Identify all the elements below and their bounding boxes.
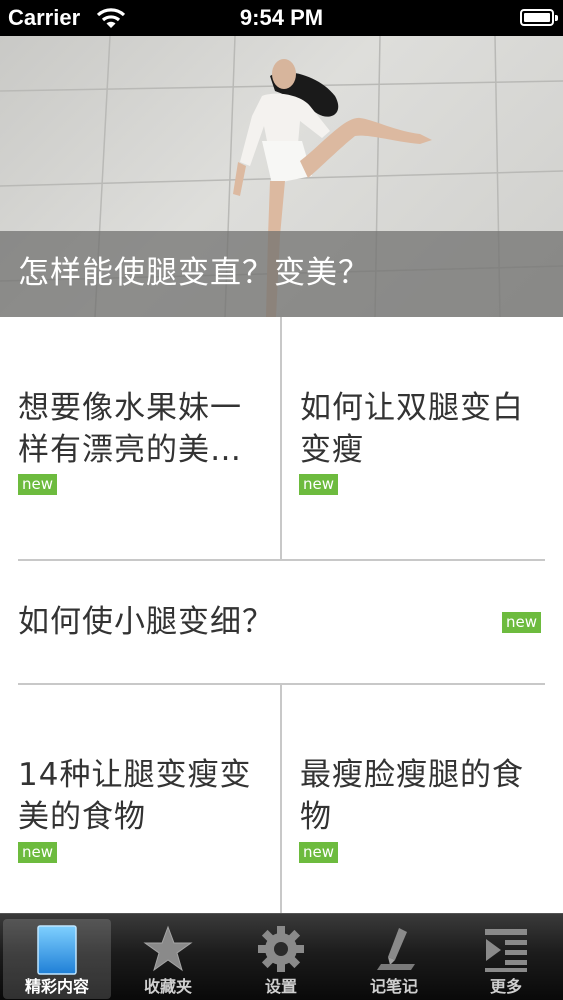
article-5-title-line1: 最瘦脸瘦腿的食 <box>300 757 524 793</box>
clock: 9:54 PM <box>239 5 324 30</box>
featured-article[interactable]: 怎样能使腿变直？变美？ <box>0 36 563 317</box>
article-4-title-line2: 美的食物 <box>18 799 146 835</box>
article-5-title-line2: 物 <box>300 799 332 835</box>
tab-favorites-label: 收藏夹 <box>143 977 192 996</box>
new-badge: new <box>502 612 542 633</box>
article-cell-3[interactable]: 如何使小腿变细？ new <box>0 561 563 683</box>
article-cell-4[interactable]: 14种让腿变瘦变 美的食物 new <box>0 685 281 913</box>
tab-notes-label: 记笔记 <box>369 977 418 996</box>
new-badge: new <box>18 842 58 863</box>
article-1-title-line2: 样有漂亮的美… <box>18 432 242 468</box>
article-2-title-line2: 变瘦 <box>300 432 364 468</box>
tab-more[interactable]: 更多 <box>452 919 560 999</box>
hero-title: 怎样能使腿变直？变美？ <box>18 255 370 291</box>
battery-icon <box>520 9 558 26</box>
tab-bar: 精彩内容 收藏夹 设置 记笔记 更多 <box>0 913 563 1000</box>
status-bar: Carrier 9:54 PM <box>0 0 563 36</box>
more-list-icon <box>481 924 531 978</box>
new-badge: new <box>18 474 58 495</box>
article-2-title-line1: 如何让双腿变白 <box>300 390 524 426</box>
new-badge: new <box>299 842 339 863</box>
pencil-icon <box>369 924 419 978</box>
tab-featured-label: 精彩内容 <box>24 977 89 996</box>
hero-caption: 怎样能使腿变直？变美？ <box>0 231 563 317</box>
article-cell-5[interactable]: 最瘦脸瘦腿的食 物 new <box>282 685 563 913</box>
article-3-title: 如何使小腿变细？ <box>18 604 274 640</box>
article-cell-2[interactable]: 如何让双腿变白 变瘦 new <box>282 317 563 561</box>
star-icon <box>143 924 193 978</box>
document-icon <box>35 924 79 980</box>
tab-favorites[interactable]: 收藏夹 <box>114 919 222 999</box>
gear-icon <box>256 924 306 978</box>
article-1-title-line1: 想要像水果妹一 <box>18 390 242 426</box>
tab-more-label: 更多 <box>489 977 522 996</box>
article-cell-1[interactable]: 想要像水果妹一 样有漂亮的美… new <box>0 317 281 561</box>
tab-settings-label: 设置 <box>264 977 297 996</box>
article-4-title-line1: 14种让腿变瘦变 <box>18 757 252 793</box>
new-badge: new <box>299 474 339 495</box>
tab-notes[interactable]: 记笔记 <box>340 919 448 999</box>
tab-featured[interactable]: 精彩内容 <box>3 919 111 999</box>
tab-settings[interactable]: 设置 <box>227 919 335 999</box>
